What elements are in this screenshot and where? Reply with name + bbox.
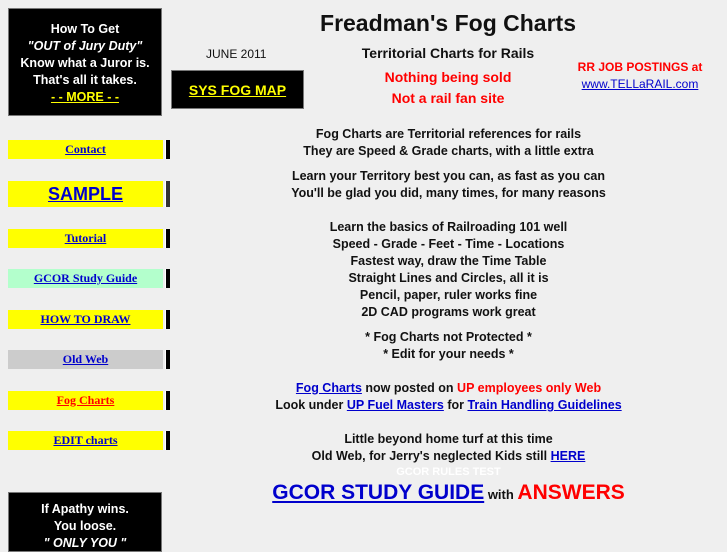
- sys-fog-map-link[interactable]: SYS FOG MAP: [189, 82, 286, 98]
- gcor-line: GCOR STUDY GUIDE with ANSWERS: [170, 480, 727, 508]
- text-line: Little beyond home turf at this time: [344, 432, 553, 446]
- train-handling-link[interactable]: Train Handling Guidelines: [467, 398, 621, 412]
- text-line: Pencil, paper, ruler works fine: [359, 288, 538, 302]
- text-line: * Fog Charts not Protected *: [365, 330, 532, 344]
- promo-line: If Apathy wins.: [41, 502, 129, 516]
- nav-tutorial[interactable]: Tutorial: [8, 229, 170, 248]
- notice-nothing-sold: Nothing being sold: [384, 69, 512, 85]
- nav-fog-charts[interactable]: Fog Charts: [8, 391, 170, 410]
- text-line: Straight Lines and Circles, all it is: [348, 271, 549, 285]
- look-under-line: Look under UP Fuel Masters for Train Han…: [170, 397, 727, 414]
- text-line: You'll be glad you did, many times, for …: [291, 186, 606, 200]
- for-text: for: [443, 398, 468, 412]
- nav-sample-link[interactable]: SAMPLE: [48, 184, 123, 205]
- nav-contact[interactable]: Contact: [8, 140, 170, 159]
- nav-old-web[interactable]: Old Web: [8, 350, 170, 369]
- text-line: Fastest way, draw the Time Table: [350, 254, 547, 268]
- apathy-promo: If Apathy wins. You loose. " ONLY YOU ": [8, 492, 162, 552]
- nav-edit-charts-link[interactable]: EDIT charts: [53, 433, 117, 448]
- here-link[interactable]: HERE: [551, 449, 586, 463]
- nav-how-to-draw[interactable]: HOW TO DRAW: [8, 310, 170, 329]
- promo-line: How To Get: [50, 22, 120, 36]
- promo-line: That's all it takes.: [33, 73, 137, 87]
- sys-fog-map-button[interactable]: SYS FOG MAP: [171, 70, 304, 109]
- main-content: Fog Charts are Territorial references fo…: [170, 126, 727, 508]
- text-line: Learn your Territory best you can, as fa…: [291, 169, 606, 183]
- tellarail-link[interactable]: www.TELLaRAIL.com: [570, 77, 710, 91]
- job-postings-label: RR JOB POSTINGS at: [577, 60, 703, 74]
- nav-edit-charts[interactable]: EDIT charts: [8, 431, 170, 450]
- answers-text: ANSWERS: [517, 481, 625, 504]
- notice-not-railfan: Not a rail fan site: [391, 90, 505, 106]
- old-web-line: Old Web, for Jerry's neglected Kids stil…: [170, 448, 727, 465]
- gcor-study-guide-link[interactable]: GCOR STUDY GUIDE: [272, 481, 484, 504]
- nav-contact-link[interactable]: Contact: [65, 142, 106, 157]
- promo-line: " ONLY YOU ": [43, 536, 127, 550]
- text-line: 2D CAD programs work great: [361, 305, 536, 319]
- page-title: Freadman's Fog Charts: [320, 10, 576, 36]
- promo-line: "OUT of Jury Duty": [27, 39, 143, 53]
- text-line: They are Speed & Grade charts, with a li…: [303, 144, 594, 158]
- look-text: Look under: [275, 398, 347, 412]
- nav-gcor-study-guide[interactable]: GCOR Study Guide: [8, 269, 170, 288]
- date-label: JUNE 2011: [206, 47, 267, 61]
- text-line: Learn the basics of Railroading 101 well: [329, 220, 568, 234]
- nav-tutorial-link[interactable]: Tutorial: [65, 231, 107, 246]
- old-web-text: Old Web, for Jerry's neglected Kids stil…: [311, 449, 551, 463]
- page-subtitle: Territorial Charts for Rails: [361, 45, 535, 61]
- nav-sample[interactable]: SAMPLE: [8, 181, 170, 207]
- posted-line: Fog Charts now posted on UP employees on…: [170, 380, 727, 397]
- fog-charts-link[interactable]: Fog Charts: [296, 381, 362, 395]
- up-fuel-masters-link[interactable]: UP Fuel Masters: [347, 398, 444, 412]
- nav-fog-charts-link[interactable]: Fog Charts: [57, 393, 115, 408]
- with-text: with: [484, 487, 518, 502]
- promo-line: You loose.: [53, 519, 117, 533]
- gcor-rules-test-text: GCOR RULES TEST: [396, 466, 501, 478]
- nav-how-to-draw-link[interactable]: HOW TO DRAW: [40, 312, 130, 327]
- promo-line: Know what a Juror is.: [20, 56, 150, 70]
- text-line: Speed - Grade - Feet - Time - Locations: [332, 237, 565, 251]
- up-employees-text: UP employees only Web: [457, 381, 602, 395]
- nav-old-web-link[interactable]: Old Web: [63, 352, 108, 367]
- more-link[interactable]: - - MORE - -: [51, 90, 119, 104]
- posted-text: now posted on: [361, 381, 458, 395]
- nav-gcor-link[interactable]: GCOR Study Guide: [34, 271, 137, 286]
- text-line: Fog Charts are Territorial references fo…: [315, 127, 582, 141]
- jury-duty-promo: How To Get "OUT of Jury Duty" Know what …: [8, 8, 162, 116]
- text-line: * Edit for your needs *: [383, 347, 514, 361]
